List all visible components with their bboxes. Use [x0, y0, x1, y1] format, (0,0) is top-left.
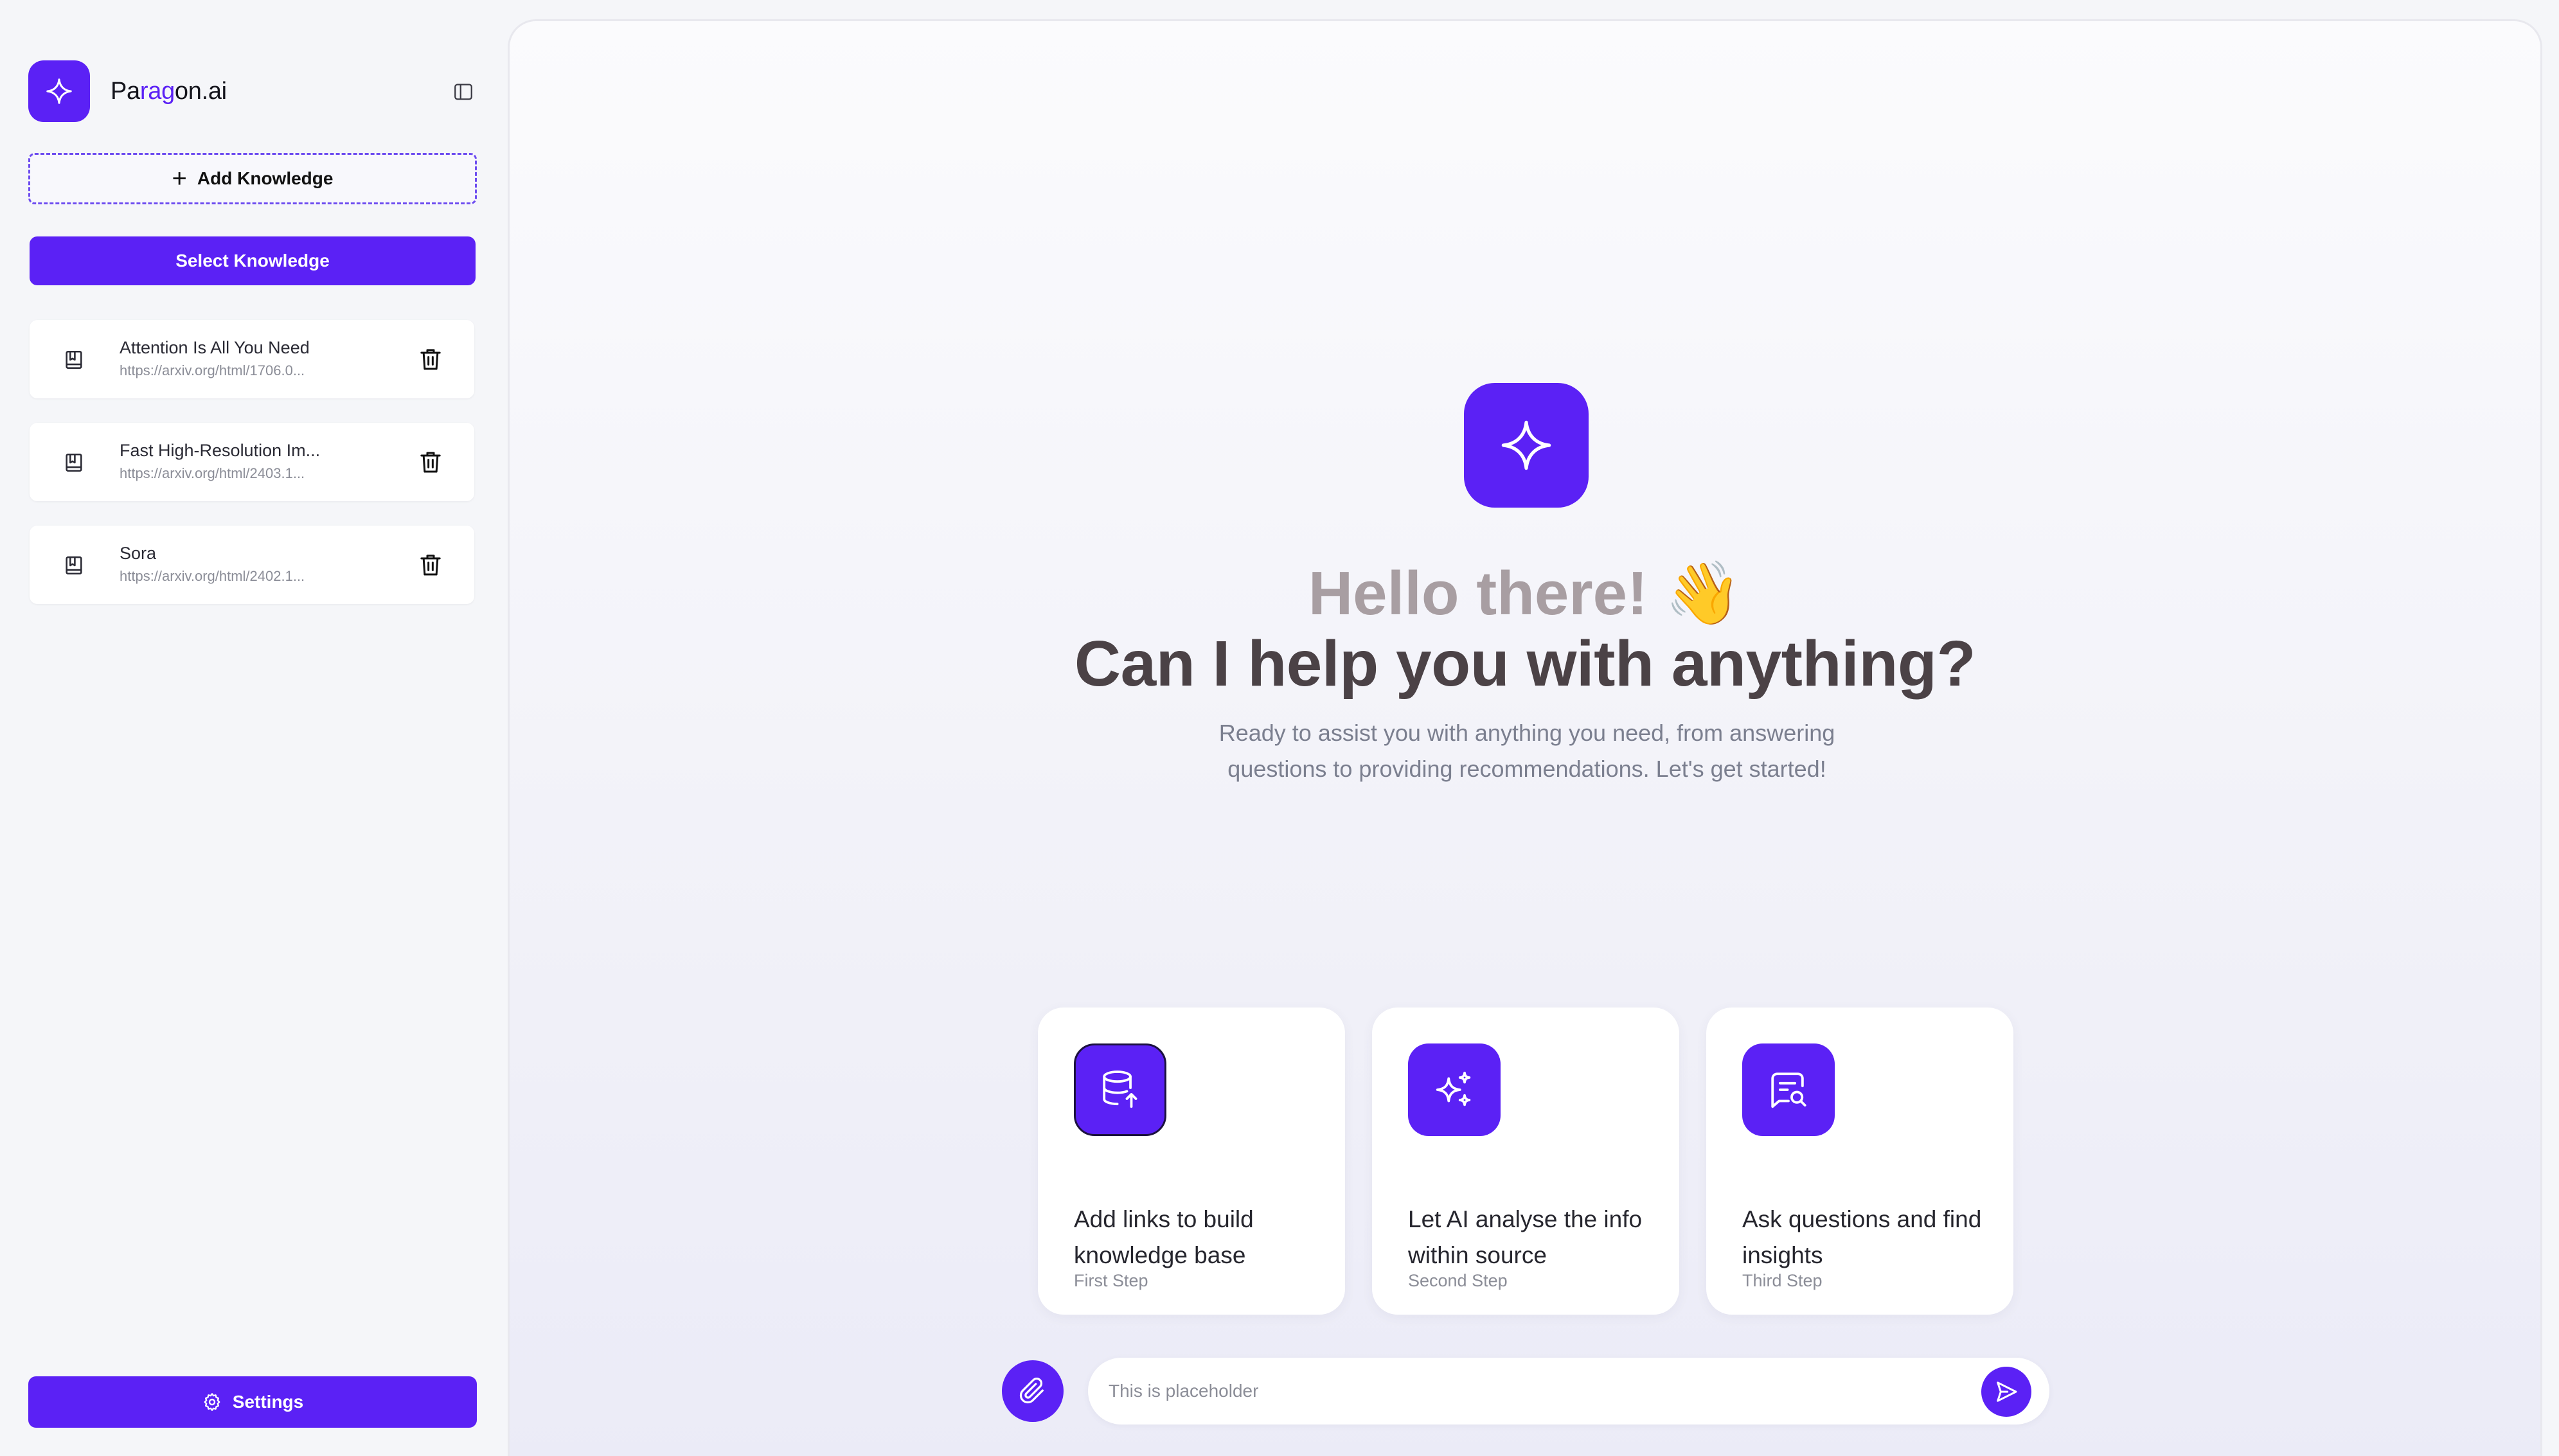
brand: Paragon.ai: [28, 60, 227, 122]
brand-logo: [28, 60, 90, 122]
step-label: Third Step: [1742, 1271, 1823, 1290]
knowledge-item[interactable]: Fast High-Resolution Im... https://arxiv…: [30, 423, 474, 501]
knowledge-item-title: Fast High-Resolution Im...: [120, 441, 321, 460]
step-title: Ask questions and find insights: [1742, 1206, 1982, 1268]
plus-icon: +: [172, 164, 187, 193]
step-icon-container: [1742, 1043, 1835, 1136]
step-label: First Step: [1074, 1271, 1148, 1290]
select-knowledge-button[interactable]: Select Knowledge: [30, 236, 476, 285]
chat-input[interactable]: [1109, 1372, 1957, 1410]
settings-label: Settings: [232, 1392, 304, 1412]
book-icon: [66, 453, 82, 472]
book-icon: [66, 556, 82, 575]
settings-button[interactable]: Settings: [28, 1376, 477, 1428]
chat-input-bar: [1088, 1358, 2049, 1425]
paperclip-icon: [1019, 1377, 1044, 1404]
sparkle-icon: [46, 78, 72, 104]
knowledge-item-title: Attention Is All You Need: [120, 338, 310, 357]
message-search-icon: [1771, 1072, 1806, 1108]
sparkles-icon: [1436, 1071, 1471, 1106]
attach-button[interactable]: [1002, 1360, 1064, 1422]
trash-icon: [420, 555, 441, 576]
delete-knowledge-button[interactable]: [415, 343, 446, 375]
select-knowledge-label: Select Knowledge: [175, 251, 330, 271]
sidebar: Paragon.ai + Add Knowledge Select Knowle…: [0, 0, 508, 1456]
step-card[interactable]: Add links to build knowledge base First …: [1038, 1008, 1345, 1315]
add-knowledge-label: Add Knowledge: [197, 168, 334, 188]
sidebar-toggle-icon: [454, 84, 472, 100]
knowledge-list: Attention Is All You Need https://arxiv.…: [30, 320, 474, 628]
sparkle-icon: [1501, 420, 1551, 470]
onboarding-steps: Add links to build knowledge base First …: [1038, 1008, 2040, 1315]
knowledge-item[interactable]: Sora https://arxiv.org/html/2402.1...: [30, 526, 474, 604]
step-title: Add links to build knowledge base: [1074, 1206, 1254, 1268]
delete-knowledge-button[interactable]: [415, 549, 446, 581]
subtitle: Ready to assist you with anything you ne…: [1218, 720, 1835, 782]
gear-icon: [204, 1393, 220, 1411]
headline: Can I help you with anything?: [1074, 628, 1976, 700]
knowledge-item-url: https://arxiv.org/html/1706.0...: [120, 362, 305, 378]
database-upload-icon: [1103, 1070, 1137, 1108]
knowledge-item-url: https://arxiv.org/html/2403.1...: [120, 465, 305, 481]
trash-icon: [420, 349, 441, 370]
chat-panel: Hello there! 👋 Can I help you with anyth…: [508, 19, 2542, 1456]
step-title: Let AI analyse the info within source: [1408, 1206, 1643, 1268]
step-card[interactable]: Ask questions and find insights Third St…: [1706, 1008, 2013, 1315]
hero-logo: [1464, 383, 1589, 508]
knowledge-item-title: Sora: [120, 544, 157, 563]
send-icon: [1997, 1381, 2017, 1402]
knowledge-item[interactable]: Attention Is All You Need https://arxiv.…: [30, 320, 474, 398]
delete-knowledge-button[interactable]: [415, 446, 446, 478]
step-card[interactable]: Let AI analyse the info within source Se…: [1372, 1008, 1679, 1315]
send-button[interactable]: [1981, 1367, 2031, 1417]
step-label: Second Step: [1408, 1271, 1508, 1290]
trash-icon: [420, 452, 441, 473]
step-icon-container: [1074, 1043, 1166, 1136]
sidebar-toggle-button[interactable]: [451, 80, 476, 104]
knowledge-item-url: https://arxiv.org/html/2402.1...: [120, 568, 305, 584]
book-icon: [66, 350, 82, 369]
step-icon-container: [1408, 1043, 1501, 1136]
greeting-title: Hello there! 👋: [1308, 559, 1742, 628]
brand-name: Paragon.ai: [111, 77, 227, 105]
add-knowledge-button[interactable]: + Add Knowledge: [28, 153, 477, 204]
